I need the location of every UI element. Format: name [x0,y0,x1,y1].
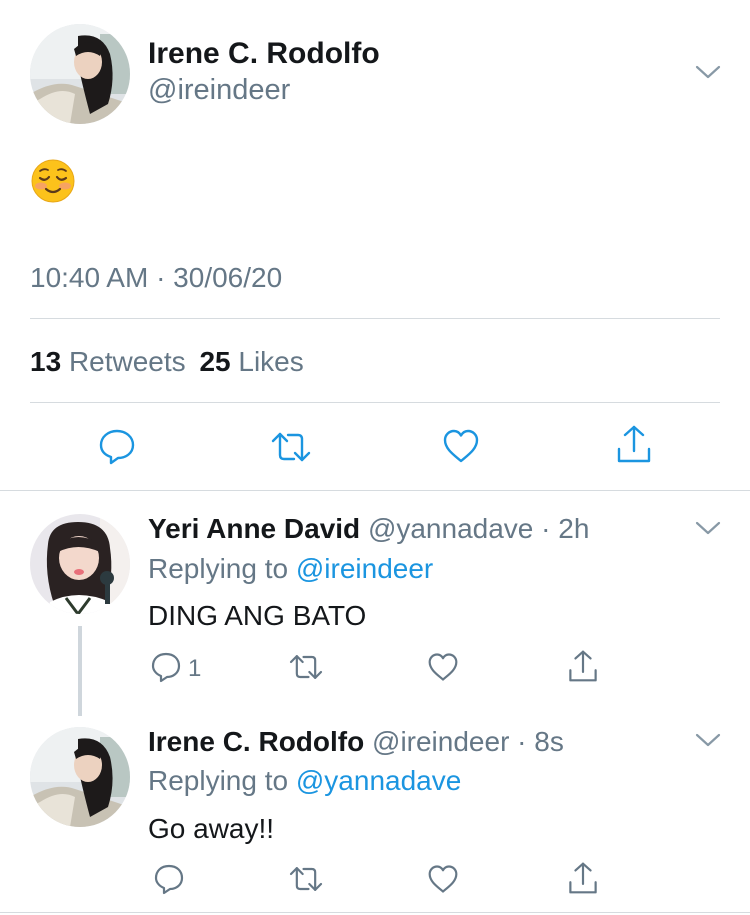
share-icon[interactable] [615,424,653,464]
tweet-timestamp[interactable]: 10:40 AM · 30/06/20 [30,262,282,294]
replying-to-prefix: Replying to [148,553,289,584]
reply-count[interactable]: 1 [188,655,201,683]
replying-to-prefix: Replying to [148,765,289,796]
reply-time[interactable]: · 8s [517,726,564,757]
divider [30,318,720,319]
divider [0,490,750,491]
retweet-icon[interactable] [288,652,324,682]
thread-connector-line [78,626,82,716]
reply-avatar[interactable] [30,514,130,614]
divider [0,912,750,913]
reply-icon[interactable] [153,863,185,895]
chevron-down-icon[interactable] [694,514,722,542]
share-icon[interactable] [567,861,599,895]
reply-text: DING ANG BATO [148,600,367,631]
reply-text: Go away!! [148,813,275,844]
like-icon[interactable] [427,864,459,894]
reply-header: Yeri Anne David @yannadave · 2h [148,513,589,545]
chevron-down-icon[interactable] [694,58,722,86]
retweets-count[interactable]: 13 [30,346,61,377]
divider [30,402,720,403]
reply-avatar[interactable] [30,727,130,827]
retweet-icon[interactable] [288,864,324,894]
like-icon[interactable] [427,652,459,682]
replying-to: Replying to @yannadave [148,765,461,797]
reply-author-handle[interactable]: @yannadave [368,513,533,544]
reply-author-handle[interactable]: @ireindeer [372,726,509,757]
reply-icon[interactable] [98,427,136,465]
retweet-icon[interactable] [270,429,312,465]
retweets-label[interactable]: Retweets [69,346,186,377]
tweet-stats: 13 Retweets 25 Likes [30,346,304,378]
tweet-content-emoji [30,158,76,204]
reply-header: Irene C. Rodolfo @ireindeer · 8s [148,726,564,758]
main-tweet-author-handle[interactable]: @ireindeer [148,74,290,107]
reply-author-name[interactable]: Irene C. Rodolfo [148,726,364,757]
share-icon[interactable] [567,649,599,683]
replying-to-link[interactable]: @yannadave [296,765,461,796]
chevron-down-icon[interactable] [694,726,722,754]
reply-time[interactable]: · 2h [541,513,589,544]
replying-to-link[interactable]: @ireindeer [296,553,433,584]
likes-label[interactable]: Likes [238,346,303,377]
smiling-emoji [31,159,75,203]
reply-author-name[interactable]: Yeri Anne David [148,513,360,544]
likes-count[interactable]: 25 [199,346,230,377]
reply-icon[interactable] [150,651,182,683]
main-tweet-author-name[interactable]: Irene C. Rodolfo [148,37,380,71]
like-icon[interactable] [442,428,480,464]
replying-to: Replying to @ireindeer [148,553,433,585]
main-tweet-avatar[interactable] [30,24,130,124]
